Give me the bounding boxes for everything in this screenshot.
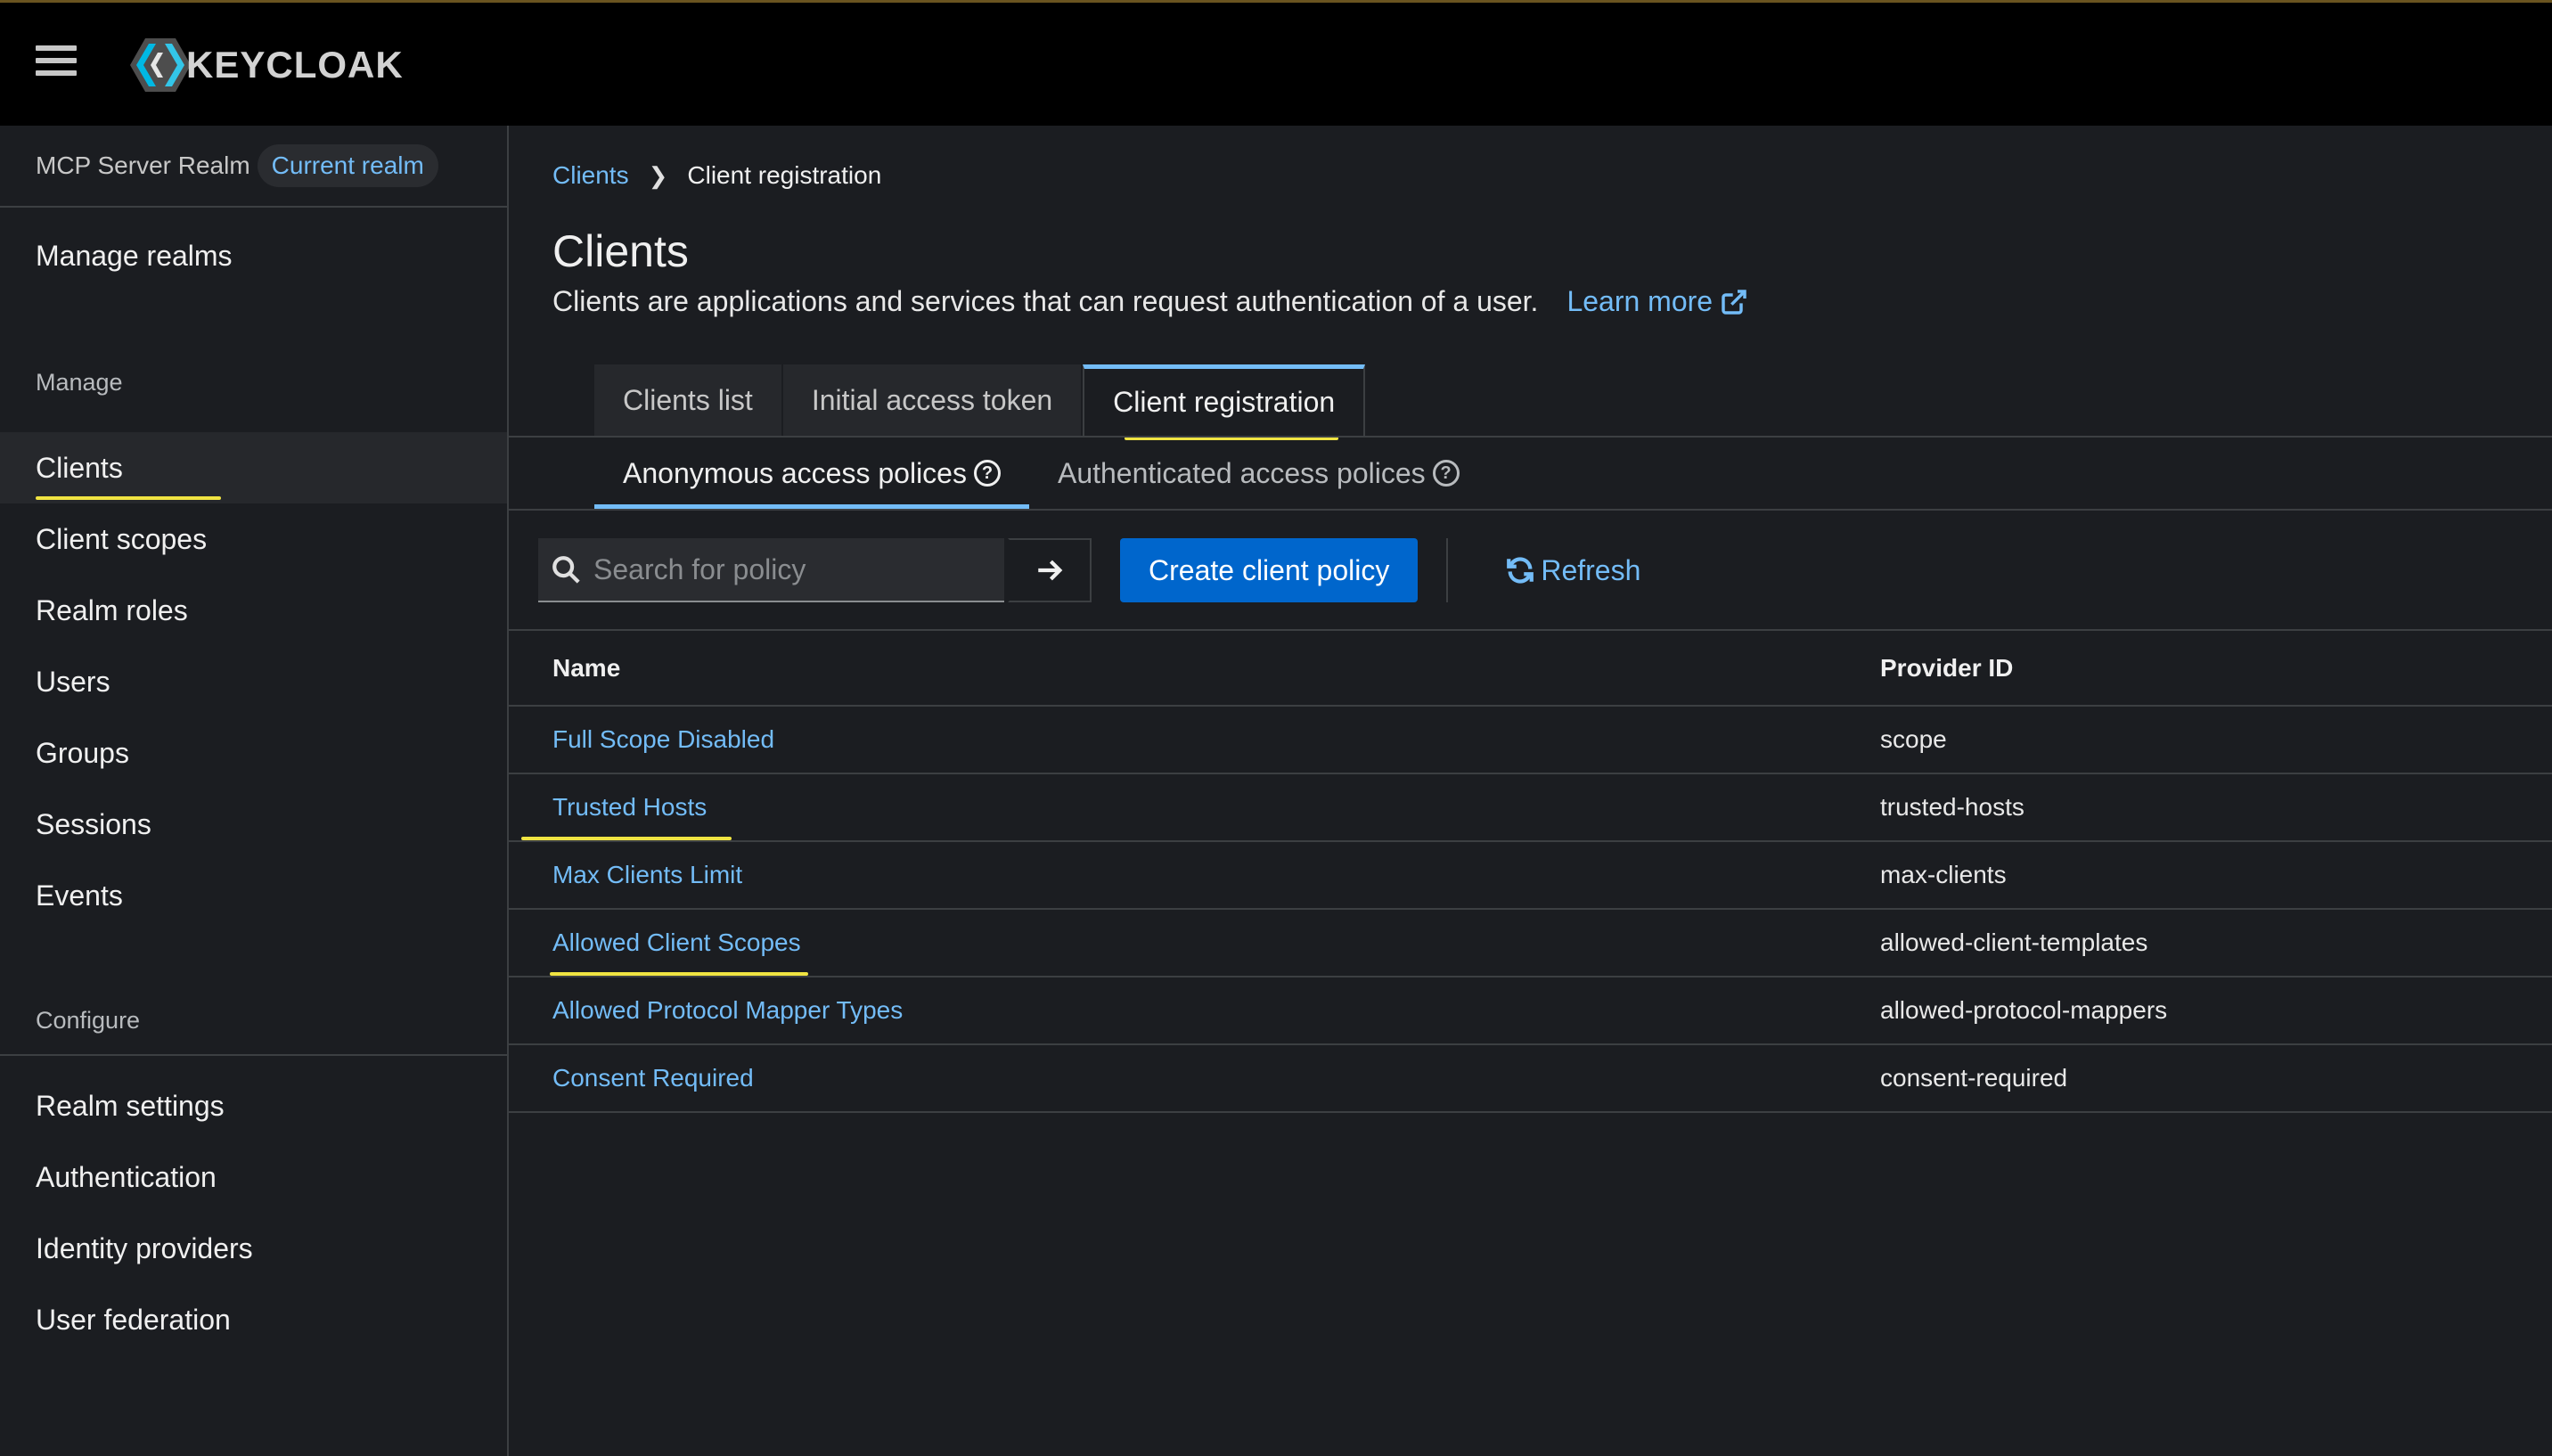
search-box: [538, 538, 1004, 602]
subtabs: Anonymous access polices ? Authenticated…: [594, 438, 1488, 509]
page-description-text: Clients are applications and services th…: [552, 285, 1539, 317]
help-icon[interactable]: ?: [973, 460, 1001, 487]
current-realm-badge: Current realm: [257, 144, 438, 187]
provider-id-cell: allowed-client-templates: [1880, 909, 2552, 977]
external-link-icon: [1722, 289, 1746, 315]
table-row: Trusted Hosts trusted-hosts: [509, 773, 2552, 842]
keycloak-logo[interactable]: KEYCLOAK: [129, 37, 404, 94]
table-header-row: Name Provider ID: [509, 631, 2552, 707]
learn-more-link[interactable]: Learn more: [1566, 285, 1748, 318]
sidebar-item-groups[interactable]: Groups: [0, 717, 507, 789]
keycloak-logo-icon: [130, 38, 191, 92]
toolbar: Create client policy Refresh: [538, 538, 1640, 602]
provider-id-cell: scope: [1880, 706, 2552, 774]
help-icon[interactable]: ?: [1432, 460, 1460, 487]
manage-realms-link[interactable]: Manage realms: [36, 240, 233, 273]
provider-id-cell: allowed-protocol-mappers: [1880, 977, 2552, 1045]
subtab-anonymous-label: Anonymous access polices: [623, 456, 967, 489]
search-icon: [552, 556, 580, 584]
manage-section-title: Manage: [36, 369, 123, 396]
sidebar-item-realm-roles[interactable]: Realm roles: [0, 575, 507, 646]
provider-id-cell: consent-required: [1880, 1044, 2552, 1113]
tab-client-registration[interactable]: Client registration: [1083, 364, 1366, 440]
breadcrumb: Clients ❯ Client registration: [552, 161, 881, 190]
configure-section-title: Configure: [36, 1007, 141, 1034]
logo-text: KEYCLOAK: [186, 44, 404, 86]
arrow-right-icon: [1038, 560, 1063, 581]
search-input[interactable]: [593, 552, 986, 586]
realm-name: MCP Server Realm: [36, 151, 250, 179]
tabs: Clients list Initial access token Client…: [594, 364, 1366, 440]
policy-name-link[interactable]: Allowed Client Scopes: [552, 928, 801, 956]
policy-name-cell: Allowed Protocol Mapper Types: [509, 977, 1880, 1045]
policy-name-link[interactable]: Consent Required: [552, 1064, 754, 1092]
realm-selector[interactable]: MCP Server Realm Current realm: [0, 126, 507, 208]
table-row: Consent Required consent-required: [509, 1044, 2552, 1113]
policy-name-cell: Max Clients Limit: [509, 841, 1880, 910]
provider-id-cell: max-clients: [1880, 841, 2552, 910]
tab-clients-list[interactable]: Clients list: [594, 364, 783, 436]
subtab-anonymous-access-polices[interactable]: Anonymous access polices ?: [594, 438, 1029, 509]
sidebar-item-authentication[interactable]: Authentication: [0, 1141, 507, 1213]
provider-id-cell: trusted-hosts: [1880, 773, 2552, 842]
page-title: Clients: [552, 226, 689, 276]
sidebar-item-client-scopes[interactable]: Client scopes: [0, 503, 507, 575]
search-submit-button[interactable]: [1008, 538, 1092, 602]
divider: [509, 509, 2552, 511]
column-header-provider-id[interactable]: Provider ID: [1880, 631, 2552, 707]
policy-name-link[interactable]: Full Scope Disabled: [552, 725, 774, 753]
table-row: Allowed Client Scopes allowed-client-tem…: [509, 909, 2552, 977]
policy-name-cell: Allowed Client Scopes: [509, 909, 1880, 977]
policy-name-link[interactable]: Trusted Hosts: [552, 793, 707, 821]
divider: [0, 1054, 507, 1056]
divider: [1446, 538, 1449, 602]
page-description: Clients are applications and services th…: [552, 285, 1748, 318]
sidebar-item-user-federation[interactable]: User federation: [0, 1284, 507, 1355]
table-row: Full Scope Disabled scope: [509, 706, 2552, 774]
column-header-name[interactable]: Name: [509, 631, 1880, 707]
tab-client-registration-label: Client registration: [1113, 386, 1336, 418]
policy-name-cell: Trusted Hosts: [509, 773, 1880, 842]
highlight-underline: [550, 972, 808, 976]
policy-name-cell: Consent Required: [509, 1044, 1880, 1113]
sidebar-item-clients[interactable]: Clients: [0, 432, 507, 503]
policy-name-link[interactable]: Allowed Protocol Mapper Types: [552, 996, 903, 1024]
policy-name-link[interactable]: Max Clients Limit: [552, 861, 742, 888]
sidebar-item-sessions[interactable]: Sessions: [0, 789, 507, 860]
subtab-authenticated-access-polices[interactable]: Authenticated access polices ?: [1029, 438, 1488, 509]
highlight-underline: [521, 837, 732, 840]
tab-initial-access-token[interactable]: Initial access token: [782, 364, 1084, 436]
chevron-right-icon: ❯: [648, 161, 668, 189]
refresh-button[interactable]: Refresh: [1505, 554, 1640, 587]
refresh-icon: [1507, 557, 1534, 584]
learn-more-label: Learn more: [1566, 285, 1714, 317]
table-row: Allowed Protocol Mapper Types allowed-pr…: [509, 977, 2552, 1045]
sidebar-item-identity-providers[interactable]: Identity providers: [0, 1213, 507, 1284]
sidebar-item-realm-settings[interactable]: Realm settings: [0, 1070, 507, 1141]
sidebar-item-events[interactable]: Events: [0, 860, 507, 931]
sidebar: MCP Server Realm Current realm Manage re…: [0, 126, 509, 1456]
sidebar-item-users[interactable]: Users: [0, 646, 507, 717]
policy-name-cell: Full Scope Disabled: [509, 706, 1880, 774]
masthead: KEYCLOAK: [0, 0, 2552, 126]
subtab-authenticated-label: Authenticated access polices: [1057, 456, 1426, 489]
table-row: Max Clients Limit max-clients: [509, 841, 2552, 910]
create-client-policy-button[interactable]: Create client policy: [1120, 538, 1419, 602]
highlight-underline: [36, 496, 221, 500]
refresh-label: Refresh: [1541, 553, 1641, 586]
hamburger-menu-icon[interactable]: [36, 45, 77, 81]
policies-table: Name Provider ID Full Scope Disabled sco…: [509, 631, 2552, 1113]
breadcrumb-current: Client registration: [687, 161, 882, 189]
main-content: Clients ❯ Client registration Clients Cl…: [509, 126, 2552, 1456]
breadcrumb-clients-link[interactable]: Clients: [552, 161, 629, 190]
